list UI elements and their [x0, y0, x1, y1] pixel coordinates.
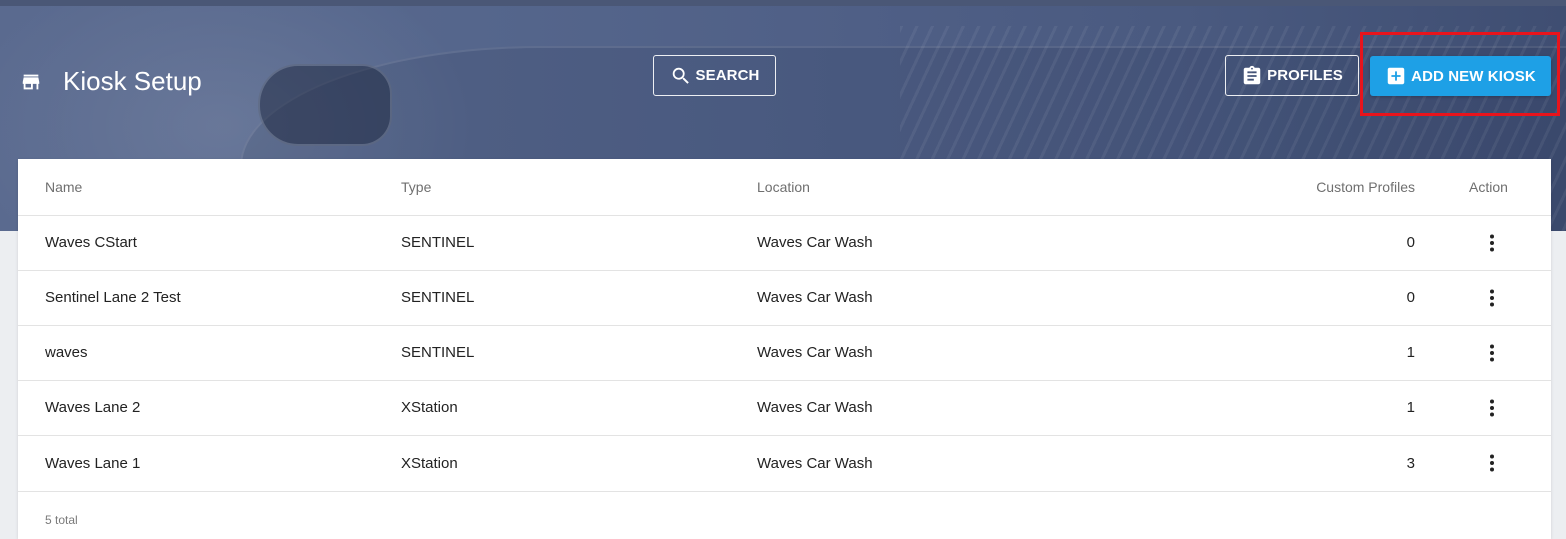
cell-location: Waves Car Wash — [757, 234, 873, 251]
search-icon — [672, 67, 689, 84]
cell-name: Waves Lane 1 — [45, 454, 141, 472]
more-vert-icon[interactable] — [1482, 215, 1502, 270]
column-header-action: Action — [1469, 179, 1508, 195]
kiosk-table: Name Type Location Custom Profiles Actio… — [18, 159, 1551, 539]
cell-custom-profiles: 3 — [1406, 454, 1415, 472]
banner-car-mirror — [258, 64, 392, 146]
more-vert-icon[interactable] — [1482, 270, 1502, 325]
cell-location: Waves Car Wash — [757, 399, 873, 416]
cell-name: Sentinel Lane 2 Test — [45, 289, 181, 306]
column-header-type[interactable]: Type — [401, 159, 431, 215]
column-header-custom-profiles[interactable]: Custom Profiles — [1316, 159, 1415, 215]
cell-type: XStation — [401, 399, 458, 416]
cell-location: Waves Car Wash — [757, 289, 873, 306]
page-header: Kiosk Setup — [20, 66, 202, 97]
store-icon — [22, 74, 40, 89]
cell-custom-profiles: 1 — [1406, 344, 1415, 361]
table-row[interactable]: Waves CStart SENTINEL Waves Car Wash 0 — [18, 215, 1551, 271]
clipboard-icon — [1243, 65, 1261, 84]
cell-type: XStation — [401, 454, 458, 472]
cell-location: Waves Car Wash — [757, 344, 873, 361]
cell-type: SENTINEL — [401, 289, 475, 306]
table-header: Name Type Location Custom Profiles Actio… — [18, 159, 1551, 216]
table-row[interactable]: Sentinel Lane 2 Test SENTINEL Waves Car … — [18, 270, 1551, 326]
table-row[interactable]: Waves Lane 2 XStation Waves Car Wash 1 — [18, 380, 1551, 436]
search-button-label: SEARCH — [695, 67, 760, 84]
table-row[interactable]: waves SENTINEL Waves Car Wash 1 — [18, 325, 1551, 381]
profiles-button[interactable]: PROFILES — [1225, 55, 1359, 96]
cell-name: Waves Lane 2 — [45, 399, 141, 416]
cell-name: Waves CStart — [45, 234, 137, 251]
more-vert-icon[interactable] — [1482, 325, 1502, 380]
more-vert-icon[interactable] — [1482, 380, 1502, 435]
cell-custom-profiles: 0 — [1406, 234, 1415, 251]
profiles-button-label: PROFILES — [1267, 67, 1343, 84]
search-button[interactable]: SEARCH — [653, 55, 776, 96]
more-vert-icon[interactable] — [1482, 435, 1502, 491]
cell-custom-profiles: 0 — [1406, 289, 1415, 306]
cell-custom-profiles: 1 — [1406, 399, 1415, 416]
cell-location: Waves Car Wash — [757, 454, 873, 472]
column-header-name[interactable]: Name — [45, 159, 82, 215]
cell-type: SENTINEL — [401, 234, 475, 251]
cell-type: SENTINEL — [401, 344, 475, 361]
page-title: Kiosk Setup — [63, 66, 202, 96]
table-row[interactable]: Waves Lane 1 XStation Waves Car Wash 3 — [18, 435, 1551, 492]
cell-name: waves — [45, 344, 88, 361]
highlight-box — [1360, 32, 1560, 116]
column-header-location[interactable]: Location — [757, 159, 810, 215]
